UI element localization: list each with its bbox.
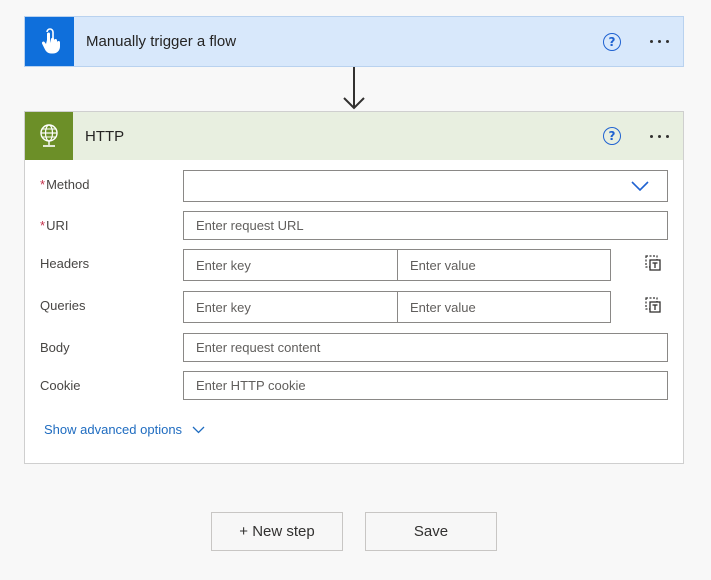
- method-label: *Method: [40, 177, 90, 192]
- show-advanced-options-label: Show advanced options: [44, 422, 183, 437]
- http-card-header[interactable]: HTTP ?: [25, 112, 683, 160]
- http-action-card: HTTP ? *Method *URI Enter request URL He…: [24, 111, 684, 464]
- queries-value-input[interactable]: Enter value: [397, 291, 611, 323]
- headers-key-input[interactable]: Enter key: [183, 249, 398, 281]
- queries-label: Queries: [40, 298, 86, 313]
- http-title[interactable]: HTTP: [85, 128, 124, 145]
- trigger-icon-box: [25, 17, 74, 66]
- touch-hand-icon: [41, 27, 60, 53]
- body-label: Body: [40, 340, 70, 355]
- save-button[interactable]: Save: [365, 512, 497, 551]
- cookie-label: Cookie: [40, 378, 81, 393]
- help-icon[interactable]: ?: [603, 127, 621, 145]
- more-options-icon[interactable]: [650, 127, 669, 145]
- body-input[interactable]: Enter request content: [183, 333, 668, 362]
- http-icon-box: [25, 112, 73, 160]
- headers-value-input[interactable]: Enter value: [397, 249, 611, 281]
- chevron-down-icon: [192, 426, 205, 433]
- chevron-down-icon: [631, 181, 649, 191]
- new-step-button[interactable]: + New step: [211, 512, 343, 551]
- method-select[interactable]: [183, 170, 668, 202]
- cookie-input[interactable]: Enter HTTP cookie: [183, 371, 668, 400]
- switch-to-text-mode-icon[interactable]: [644, 296, 662, 314]
- switch-to-text-mode-icon[interactable]: [644, 254, 662, 272]
- show-advanced-options-link[interactable]: Show advanced options: [44, 422, 205, 437]
- queries-key-input[interactable]: Enter key: [183, 291, 398, 323]
- more-options-icon[interactable]: [650, 33, 669, 51]
- down-arrow-connector: [343, 67, 365, 110]
- uri-label: *URI: [40, 218, 69, 233]
- uri-input[interactable]: Enter request URL: [183, 211, 668, 240]
- help-icon[interactable]: ?: [603, 32, 621, 51]
- globe-icon: [40, 124, 58, 147]
- headers-label: Headers: [40, 256, 90, 271]
- trigger-title[interactable]: Manually trigger a flow: [86, 33, 236, 50]
- trigger-card[interactable]: Manually trigger a flow ?: [24, 16, 684, 67]
